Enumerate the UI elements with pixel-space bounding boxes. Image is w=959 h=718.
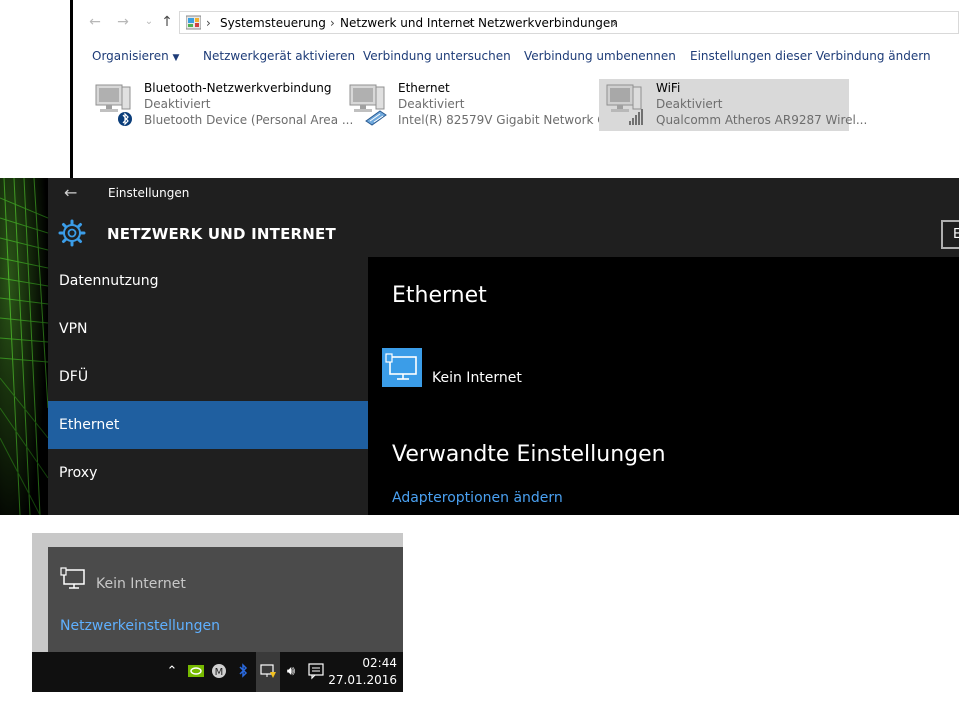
gear-icon: [58, 219, 86, 247]
breadcrumb-network-connections[interactable]: Netzwerkverbindungen: [478, 16, 618, 30]
adapter-ethernet[interactable]: Ethernet Deaktiviert Intel(R) 82579V Gig…: [346, 79, 617, 131]
taskbar: ⌃ M 🔊︎ 02:44 27.01.2016: [32, 652, 403, 692]
bluetooth-adapter-icon: [95, 84, 132, 126]
adapter-bluetooth[interactable]: Bluetooth-Netzwerkverbindung Deaktiviert…: [92, 79, 353, 131]
network-warning-icon[interactable]: [259, 662, 277, 682]
adapter-device: Bluetooth Device (Personal Area ...: [144, 113, 354, 127]
nav-item-vpn[interactable]: VPN: [48, 305, 368, 353]
settings-content: Ethernet Kein Internet Verwandte Einstel…: [368, 257, 959, 515]
adapter-name: Ethernet: [398, 81, 450, 95]
enable-device-button[interactable]: Netzwerkgerät aktivieren: [203, 49, 355, 63]
adapter-status: Deaktiviert: [398, 97, 465, 111]
organize-button[interactable]: Organisieren ▼: [92, 49, 179, 63]
action-center-icon[interactable]: [306, 662, 326, 682]
nav-item-dial-up[interactable]: DFÜ: [48, 353, 368, 401]
control-panel-icon: [186, 15, 201, 30]
clock-time[interactable]: 02:44: [337, 656, 397, 670]
window-title: Einstellungen: [108, 186, 190, 200]
network-connections-window: ← → ⌄ ↑ › Systemsteuerung › Netzwerk und…: [70, 0, 959, 178]
back-arrow-icon[interactable]: ←: [64, 183, 77, 202]
breadcrumb-separator: ›: [468, 16, 473, 30]
adapter-name: WiFi: [656, 81, 681, 95]
malwarebytes-icon[interactable]: M: [210, 662, 228, 682]
adapter-device: Qualcomm Atheros AR9287 Wirel...: [656, 113, 868, 127]
nav-item-ethernet[interactable]: Ethernet: [48, 401, 368, 449]
desktop-wallpaper: [0, 178, 48, 515]
diagnose-button[interactable]: Verbindung untersuchen: [363, 49, 511, 63]
settings-sidebar: Datennutzung VPN DFÜ Ethernet Proxy: [48, 257, 368, 515]
search-input[interactable]: E: [941, 220, 959, 249]
settings-header: NETZWERK UND INTERNET E: [48, 208, 959, 257]
up-icon[interactable]: ↑: [159, 14, 175, 30]
change-settings-button[interactable]: Einstellungen dieser Verbindung ändern: [690, 49, 931, 63]
page-title: Ethernet: [392, 283, 487, 308]
show-hidden-icons-icon[interactable]: ⌃: [163, 662, 181, 682]
forward-icon[interactable]: →: [115, 14, 131, 30]
flyout-status: Kein Internet: [96, 576, 186, 592]
address-field[interactable]: › Systemsteuerung › Netzwerk und Interne…: [179, 11, 959, 34]
network-settings-link[interactable]: Netzwerkeinstellungen: [60, 618, 220, 634]
svg-text:M: M: [215, 667, 224, 678]
adapter-name: Bluetooth-Netzwerkverbindung: [144, 81, 332, 95]
ethernet-adapter-icon: [349, 84, 387, 126]
change-adapter-options-link[interactable]: Adapteroptionen ändern: [392, 490, 563, 506]
breadcrumb-network-internet[interactable]: Netzwerk und Internet: [340, 16, 475, 30]
wallpaper-pattern: [0, 178, 48, 515]
network-monitor-icon: [60, 567, 85, 589]
nav-item-proxy[interactable]: Proxy: [48, 449, 368, 497]
breadcrumb-separator: ›: [330, 16, 335, 30]
adapter-wifi[interactable]: WiFi Deaktiviert Qualcomm Atheros AR9287…: [599, 79, 867, 131]
network-monitor-icon: [385, 353, 417, 380]
settings-window: ← Einstellungen NETZWERK UND INTERNET E …: [48, 178, 959, 515]
clock-date[interactable]: 27.01.2016: [324, 673, 397, 687]
breadcrumb-separator: ›: [206, 16, 211, 30]
recent-locations-icon[interactable]: ⌄: [141, 14, 157, 30]
bluetooth-tray-icon[interactable]: [234, 662, 252, 682]
adapter-status: Deaktiviert: [656, 97, 723, 111]
section-title: NETZWERK UND INTERNET: [107, 225, 336, 243]
nvidia-icon[interactable]: [187, 662, 205, 682]
adapter-device: Intel(R) 82579V Gigabit Network C...: [398, 113, 618, 127]
address-bar: ← → ⌄ ↑ › Systemsteuerung › Netzwerk und…: [73, 8, 959, 36]
adapter-status: Deaktiviert: [144, 97, 211, 111]
organize-label: Organisieren: [92, 49, 169, 63]
breadcrumb-dropdown-icon[interactable]: ›: [612, 16, 617, 30]
breadcrumb-control-panel[interactable]: Systemsteuerung: [220, 16, 326, 30]
nav-item-data-usage[interactable]: Datennutzung: [48, 257, 368, 305]
ethernet-connection-tile[interactable]: [382, 348, 422, 387]
volume-icon[interactable]: 🔊︎: [282, 662, 300, 682]
rename-button[interactable]: Verbindung umbenennen: [524, 49, 676, 63]
command-bar: Organisieren ▼ Netzwerkgerät aktivieren …: [73, 42, 959, 70]
wifi-adapter-icon: [606, 84, 643, 125]
connection-status: Kein Internet: [432, 370, 522, 386]
dropdown-arrow-icon: ▼: [172, 53, 180, 63]
back-icon[interactable]: ←: [87, 14, 103, 30]
related-settings-heading: Verwandte Einstellungen: [392, 442, 666, 467]
settings-titlebar: ← Einstellungen: [48, 178, 959, 208]
network-flyout: Kein Internet Netzwerkeinstellungen: [48, 547, 403, 652]
